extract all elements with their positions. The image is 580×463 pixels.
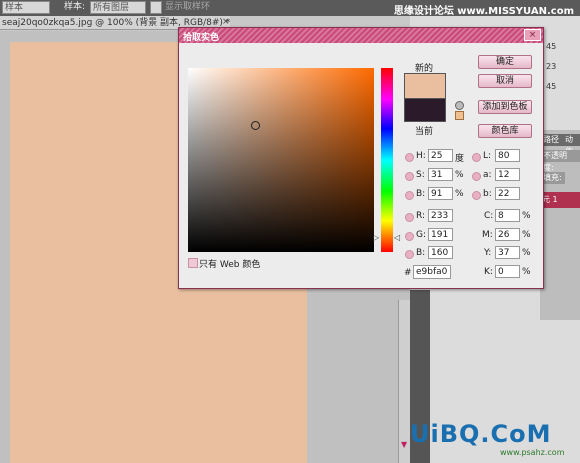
h-unit: 度 [455, 154, 465, 164]
b-label: B: [416, 189, 426, 199]
red-value: 45 [546, 42, 557, 51]
new-color-swatch [404, 73, 446, 98]
y-field[interactable]: 37 [495, 246, 520, 259]
g-field[interactable]: 191 [428, 228, 453, 241]
m-unit: % [522, 230, 531, 240]
r-radio[interactable] [405, 213, 414, 222]
site-url: www.psahz.com [500, 448, 565, 457]
r-label: R: [416, 211, 426, 221]
current-color-swatch[interactable] [404, 98, 446, 122]
sample-mode-dropdown[interactable]: 样本 [2, 1, 50, 14]
lab-b-label: b: [483, 189, 492, 199]
hue-slider[interactable] [381, 68, 393, 252]
l-label: L: [483, 151, 492, 161]
color-libraries-button[interactable]: 颜色库 [478, 124, 532, 138]
b-unit: % [455, 189, 464, 199]
g-label: G: [416, 230, 427, 240]
opacity-label: 不透明度: [540, 150, 580, 172]
tab-actions[interactable]: 动作 [562, 134, 580, 156]
gamut-warning-icon[interactable] [455, 101, 464, 110]
blue-radio[interactable] [405, 250, 414, 259]
h-label: H: [416, 151, 426, 161]
ok-button[interactable]: 确定 [478, 55, 532, 69]
color-picker-dialog: 拾取实色 × ▷ ◁ 新的 当前 确定 取消 添加到色板 颜色库 H: 25 度… [178, 27, 544, 289]
k-field[interactable]: 0 [495, 265, 520, 278]
c-label: C: [484, 211, 494, 221]
r-field[interactable]: 233 [428, 209, 453, 222]
s-label: S: [416, 170, 425, 180]
lab-b-radio[interactable] [472, 191, 481, 200]
b-radio[interactable] [405, 191, 414, 200]
y-label: Y: [484, 248, 492, 258]
s-field[interactable]: 31 [428, 168, 453, 181]
show-ring-label: 显示取样环 [165, 2, 211, 12]
a-radio[interactable] [472, 172, 481, 181]
color-picker-ring-icon[interactable] [251, 121, 260, 130]
c-unit: % [522, 211, 531, 221]
h-field[interactable]: 25 [428, 149, 453, 162]
l-radio[interactable] [472, 153, 481, 162]
current-color-label: 当前 [415, 127, 434, 137]
color-field[interactable] [188, 68, 374, 252]
sample-label: 样本: [64, 2, 86, 12]
h-radio[interactable] [405, 153, 414, 162]
y-unit: % [522, 248, 531, 258]
dialog-titlebar[interactable]: 拾取实色 × [179, 28, 543, 43]
m-label: M: [482, 230, 493, 240]
l-field[interactable]: 80 [495, 149, 520, 162]
hue-slider-left-arrow-icon[interactable]: ▷ [373, 233, 379, 242]
add-to-swatches-button[interactable]: 添加到色板 [478, 100, 532, 114]
lab-b-field[interactable]: 22 [495, 187, 520, 200]
k-unit: % [522, 267, 531, 277]
a-field[interactable]: 12 [495, 168, 520, 181]
web-colors-only-label: 只有 Web 颜色 [199, 260, 261, 270]
blue-label: B: [416, 248, 426, 258]
cancel-button[interactable]: 取消 [478, 74, 532, 88]
watermark-text: 思缘设计论坛 www.MISSYUAN.com [393, 6, 574, 17]
blue-field[interactable]: 160 [428, 246, 453, 259]
dialog-close-button[interactable]: × [524, 29, 541, 41]
hex-label: # [404, 268, 412, 278]
m-field[interactable]: 26 [495, 228, 520, 241]
scroll-down-arrow-icon[interactable]: ▼ [401, 440, 407, 449]
sample-layers-dropdown[interactable]: 所有图层 [90, 1, 146, 14]
k-label: K: [484, 267, 493, 277]
options-bar: 样本 样本: 所有图层 显示取样环 思缘设计论坛 www.MISSYUAN.co… [0, 0, 580, 17]
a-label: a: [483, 170, 492, 180]
s-unit: % [455, 170, 464, 180]
b-field[interactable]: 91 [428, 187, 453, 200]
web-colors-only-checkbox[interactable] [188, 258, 198, 268]
green-value: 23 [546, 62, 557, 71]
tab-close-button[interactable]: × [222, 17, 231, 27]
blue-value: 45 [546, 82, 557, 91]
hex-field[interactable]: e9bfa0 [413, 265, 451, 279]
c-field[interactable]: 8 [495, 209, 520, 222]
layer-row[interactable]: 元 1 [540, 192, 580, 208]
site-logo: UiBQ.CoM [410, 420, 552, 448]
show-ring-checkbox[interactable] [150, 1, 162, 14]
s-radio[interactable] [405, 172, 414, 181]
hue-slider-right-arrow-icon[interactable]: ◁ [394, 233, 400, 242]
websafe-warning-icon[interactable] [455, 111, 464, 120]
g-radio[interactable] [405, 232, 414, 241]
dialog-title: 拾取实色 [183, 33, 220, 43]
